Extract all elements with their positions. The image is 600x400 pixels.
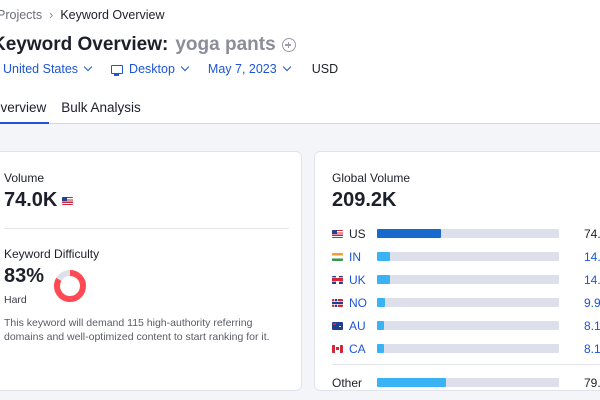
au-flag-icon <box>332 321 343 330</box>
volume-difficulty-card: Volume 74.0K Keyword Difficulty 83% Hard… <box>0 151 302 391</box>
keyword-difficulty-description: This keyword will demand 115 high-author… <box>4 317 270 343</box>
list-divider <box>332 364 600 365</box>
volume-bar <box>377 229 442 238</box>
country-row-au[interactable]: AU 8.1K <box>332 314 600 337</box>
volume-value: 74.0K <box>4 189 58 211</box>
ca-flag-icon <box>332 344 343 353</box>
chevron-right-icon: › <box>49 8 54 22</box>
keyword-difficulty-label: Keyword Difficulty <box>4 247 100 261</box>
volume-bar-track <box>377 252 559 261</box>
add-to-list-icon[interactable] <box>281 38 296 52</box>
keyword-difficulty-value: 83% <box>4 265 45 287</box>
country-volume-value[interactable]: 8.1K <box>584 342 600 356</box>
volume-bar <box>377 344 385 353</box>
card-divider <box>4 228 289 229</box>
volume-bar-track <box>377 298 559 307</box>
other-volume-value: 79.5K <box>584 375 600 390</box>
volume-label: Volume <box>4 171 45 185</box>
no-flag-icon <box>332 298 343 307</box>
breadcrumb-projects-link[interactable]: Projects <box>0 8 42 22</box>
country-row-us[interactable]: US 74.0K <box>332 222 600 245</box>
volume-bar-track <box>377 344 559 353</box>
volume-bar-track <box>377 378 559 387</box>
device-selector[interactable]: Desktop <box>111 62 190 76</box>
page-title-keyword: yoga pants <box>175 34 276 55</box>
device-selector-label: Desktop <box>129 62 175 76</box>
global-volume-label: Global Volume <box>332 171 411 185</box>
country-volume-value[interactable]: 8.1K <box>584 319 600 333</box>
chevron-down-icon <box>180 62 190 72</box>
volume-bar <box>377 252 390 261</box>
keyword-difficulty-donut <box>54 270 86 302</box>
volume-bar <box>377 298 386 307</box>
volume-bar <box>377 321 385 330</box>
country-volume-value[interactable]: 9.9K <box>584 296 600 310</box>
us-flag-icon <box>62 196 74 205</box>
page-title-prefix: Keyword Overview: <box>0 34 169 55</box>
global-volume-value: 209.2K <box>332 189 397 211</box>
country-row-other: Other 79.5K <box>332 371 600 394</box>
other-label: Other <box>332 375 363 390</box>
country-volume-value[interactable]: 14.8K <box>584 273 600 287</box>
tab-bulk-analysis[interactable]: Bulk Analysis <box>61 98 141 124</box>
country-volume-value: 74.0K <box>584 226 600 241</box>
breadcrumb: Projects › Keyword Overview <box>0 8 165 22</box>
country-row-uk[interactable]: UK 14.8K <box>332 268 600 291</box>
keyword-difficulty-row: 83% <box>4 265 44 288</box>
volume-bar-track <box>377 275 559 284</box>
filter-bar: United States Desktop May 7, 2023 USD <box>3 62 338 76</box>
volume-bar <box>377 275 390 284</box>
country-volume-value[interactable]: 14.8K <box>584 250 600 264</box>
chevron-down-icon <box>282 62 291 72</box>
global-volume-card: Global Volume 209.2K US 74.0K IN 14.8K U… <box>314 151 600 391</box>
page-title: Keyword Overview: yoga pants <box>0 34 296 56</box>
volume-bar <box>377 378 447 387</box>
page-header: Projects › Keyword Overview Keyword Overvi… <box>0 0 600 124</box>
country-row-ca[interactable]: CA 8.1K <box>332 337 600 360</box>
keyword-difficulty-level: Hard <box>4 294 27 306</box>
country-row-in[interactable]: IN 14.8K <box>332 245 600 268</box>
volume-bar-track <box>377 229 559 238</box>
in-flag-icon <box>332 252 343 261</box>
tab-bar: Overview Bulk Analysis <box>0 98 141 124</box>
currency-label: USD <box>311 62 339 76</box>
country-row-no[interactable]: NO 9.9K <box>332 291 600 314</box>
country-selector[interactable]: United States <box>3 62 93 76</box>
tab-overview[interactable]: Overview <box>0 98 50 124</box>
volume-bar-track <box>377 321 559 330</box>
country-volume-list: US 74.0K IN 14.8K UK 14.8K NO 9.9K AU 8.… <box>332 222 600 394</box>
breadcrumb-current: Keyword Overview <box>60 8 165 22</box>
desktop-icon <box>111 64 124 76</box>
date-selector-label: May 7, 2023 <box>207 62 277 76</box>
uk-flag-icon <box>332 275 343 284</box>
date-selector[interactable]: May 7, 2023 <box>207 62 291 76</box>
country-selector-label: United States <box>3 62 79 76</box>
us-flag-icon <box>332 229 343 238</box>
volume-row: 74.0K <box>4 189 74 212</box>
chevron-down-icon <box>83 62 93 72</box>
